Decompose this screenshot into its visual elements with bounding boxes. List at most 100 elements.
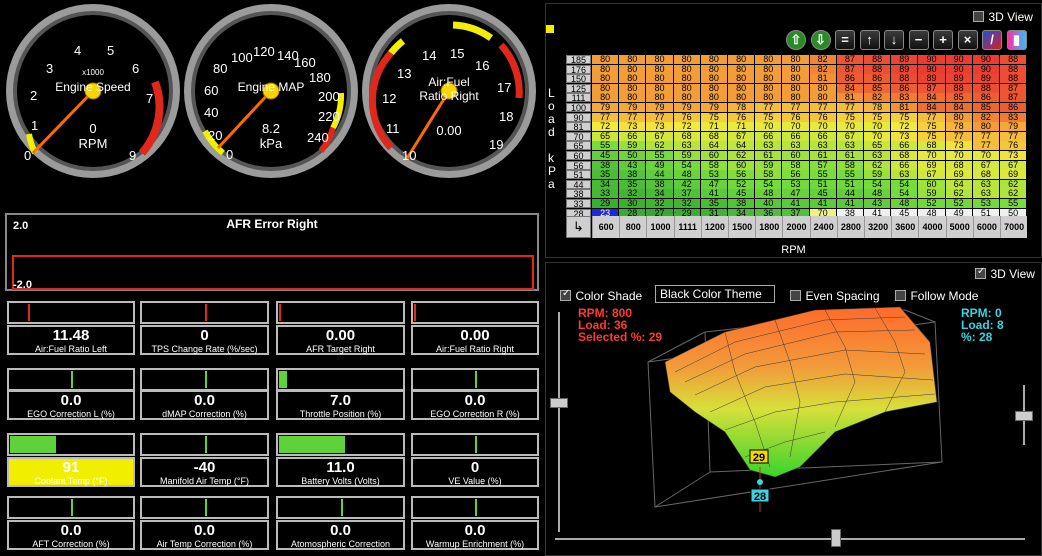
ve-table-cell[interactable]: 89 (945, 74, 972, 84)
ve-table-cell[interactable]: 55 (646, 151, 673, 160)
ve-table-cell[interactable]: 45 (592, 151, 619, 160)
ve-table-cell[interactable]: 72 (891, 122, 918, 132)
rpm-column-header[interactable]: 5000 (945, 216, 973, 238)
ve-table-cell[interactable]: 81 (891, 103, 918, 112)
ve-table-cell[interactable]: 80 (646, 55, 673, 64)
ve-table-cell[interactable]: 78 (728, 103, 755, 112)
load-row-header[interactable]: 81 (566, 122, 591, 132)
load-row-header[interactable]: 90 (566, 112, 591, 122)
ve-table-cell[interactable]: 90 (972, 55, 999, 64)
ve-table-cell[interactable]: 79 (646, 103, 673, 112)
ve-table-cell[interactable]: 79 (592, 103, 619, 112)
ve-table-cell[interactable]: 61 (809, 151, 836, 160)
ve-table-cell[interactable]: 77 (809, 103, 836, 112)
ve-table-cell[interactable]: 86 (864, 74, 891, 84)
ve-table-cell[interactable]: 53 (700, 170, 727, 180)
rpm-column-header[interactable]: 3200 (864, 216, 892, 238)
ve-table-cell[interactable]: 80 (646, 74, 673, 84)
table-tool-button[interactable]: ↓ (884, 30, 904, 50)
table-3d-view-checkbox[interactable] (973, 11, 984, 23)
ve-table-cell[interactable]: 63 (891, 170, 918, 180)
ve-table-cell[interactable]: 70 (836, 122, 863, 132)
ve-table-cell[interactable]: 88 (1000, 55, 1027, 64)
ve-table-cell[interactable]: 84 (945, 103, 972, 112)
ve-table-cell[interactable]: 62 (728, 151, 755, 160)
ve-table-cell[interactable]: 70 (945, 151, 972, 160)
ve-table-cell[interactable]: 80 (972, 122, 999, 132)
vertical-slider-left[interactable] (550, 398, 568, 408)
rpm-column-header[interactable]: 4000 (918, 216, 946, 238)
table-tool-button[interactable]: + (933, 30, 953, 50)
ve-table-cell[interactable]: 55 (809, 170, 836, 180)
ve-table-cell[interactable]: 79 (1000, 122, 1027, 132)
ve-table-cell[interactable]: 80 (782, 55, 809, 64)
rpm-column-header[interactable]: 1500 (728, 216, 756, 238)
load-row-header[interactable]: 33 (566, 199, 591, 209)
table-tool-button[interactable]: = (835, 30, 855, 50)
ve-table-cell[interactable]: 44 (646, 170, 673, 180)
ve-table-cell[interactable]: 67 (918, 170, 945, 180)
ve-table-cell[interactable]: 71 (728, 122, 755, 132)
load-row-header[interactable]: 60 (566, 151, 591, 161)
load-row-header[interactable]: 185 (566, 55, 591, 65)
ve-table-cell[interactable]: 79 (700, 103, 727, 112)
surface-3d-plot[interactable]: 29 28 (545, 262, 1042, 556)
load-row-header[interactable]: 51 (566, 170, 591, 180)
ve-table-cell[interactable]: 85 (972, 103, 999, 112)
ve-table-cell[interactable]: 30 (619, 199, 646, 208)
ve-table-cell[interactable]: 77 (755, 103, 782, 112)
ve-table-cell[interactable]: 61 (836, 151, 863, 160)
ve-table-cell[interactable]: 29 (592, 199, 619, 208)
ve-table-cell[interactable]: 81 (809, 74, 836, 84)
ve-table-cell[interactable]: 72 (673, 122, 700, 132)
ve-table-cell[interactable]: 52 (918, 199, 945, 208)
ve-table-cell[interactable]: 38 (619, 170, 646, 180)
table-tool-button[interactable]: ⇧ (786, 30, 806, 50)
ve-table-cell[interactable]: 80 (673, 55, 700, 64)
table-tool-button[interactable]: − (908, 30, 929, 50)
ve-table-cell[interactable]: 79 (619, 103, 646, 112)
ve-table-cell[interactable]: 70 (918, 151, 945, 160)
load-row-header[interactable]: 65 (566, 141, 591, 151)
ve-table-cell[interactable]: 70 (864, 122, 891, 132)
ve-table-cell[interactable]: 89 (891, 55, 918, 64)
ve-table-cell[interactable]: 70 (972, 151, 999, 160)
ve-table-cell[interactable]: 89 (918, 74, 945, 84)
load-row-header[interactable]: 125 (566, 83, 591, 93)
ve-table-cell[interactable]: 40 (755, 199, 782, 208)
ve-table-cell[interactable]: 90 (945, 55, 972, 64)
load-row-header[interactable]: 176 (566, 64, 591, 74)
ve-table-cell[interactable]: 78 (864, 103, 891, 112)
rpm-column-header[interactable]: 1800 (755, 216, 783, 238)
ve-table-cell[interactable]: 61 (755, 151, 782, 160)
vertical-slider-right[interactable] (1015, 411, 1033, 421)
load-row-header[interactable]: 150 (566, 74, 591, 84)
ve-table-cell[interactable]: 41 (782, 199, 809, 208)
rpm-column-header[interactable]: 600 (592, 216, 620, 238)
ve-table-cell[interactable]: 90 (918, 55, 945, 64)
ve-table-cell[interactable]: 69 (945, 170, 972, 180)
ve-table-cell[interactable]: 59 (864, 170, 891, 180)
ve-table-cell[interactable]: 88 (891, 74, 918, 84)
table-tool-button[interactable]: ⇩ (810, 30, 831, 50)
ve-table-cell[interactable]: 89 (972, 74, 999, 84)
rpm-column-header[interactable]: 2000 (782, 216, 810, 238)
ve-table-cell[interactable]: 80 (728, 74, 755, 84)
ve-table-cell[interactable]: 38 (728, 199, 755, 208)
ve-table-cell[interactable]: 63 (864, 151, 891, 160)
ve-table-cell[interactable]: 71 (700, 122, 727, 132)
ve-table-cell[interactable]: 84 (918, 103, 945, 112)
ve-table-cell[interactable]: 80 (673, 74, 700, 84)
table-tool-button[interactable]: × (957, 30, 978, 50)
ve-table-cell[interactable]: 80 (755, 74, 782, 84)
ve-table-cell[interactable]: 56 (728, 170, 755, 180)
load-row-header[interactable]: 38 (566, 189, 591, 199)
rpm-column-header[interactable]: 2800 (836, 216, 864, 238)
ve-table-cell[interactable]: 80 (755, 55, 782, 64)
ve-table-cell[interactable]: 41 (809, 199, 836, 208)
rpm-column-header[interactable]: 1000 (646, 216, 674, 238)
ve-table-cell[interactable]: 60 (782, 151, 809, 160)
rpm-column-header[interactable]: 800 (619, 216, 647, 238)
ve-table-cell[interactable]: 56 (782, 170, 809, 180)
table-note-icon[interactable] (546, 25, 554, 33)
